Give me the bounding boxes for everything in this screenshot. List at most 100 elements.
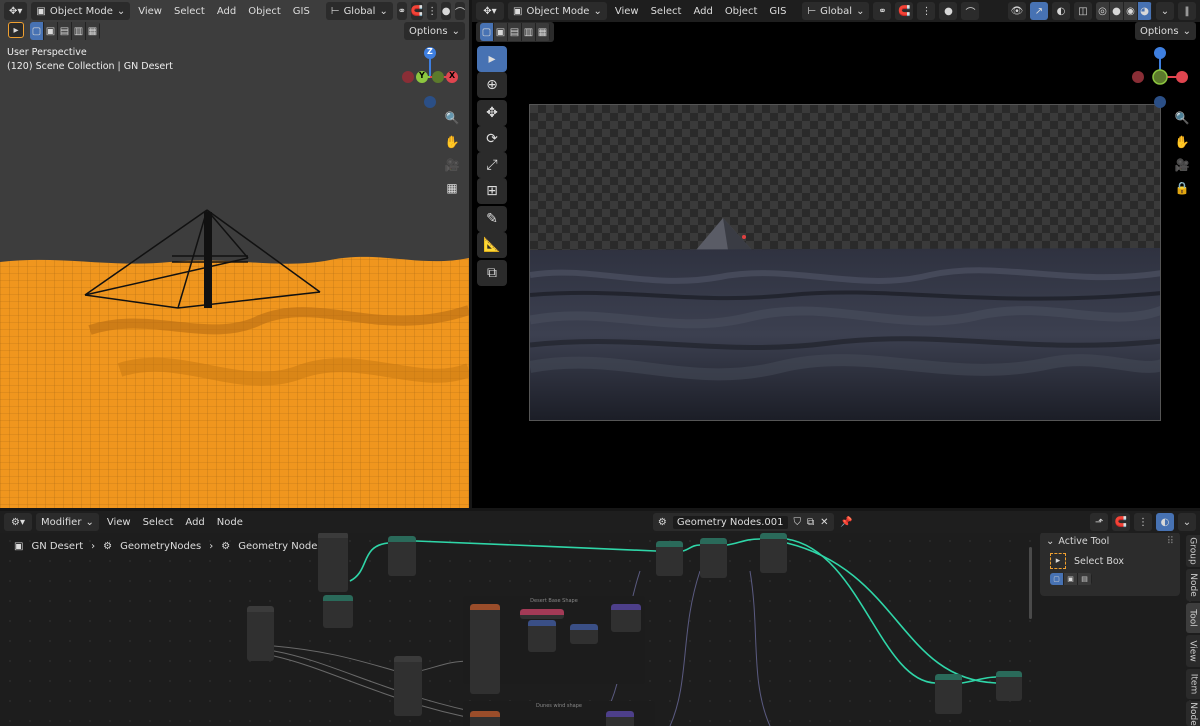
menu-view[interactable]: View <box>103 513 135 531</box>
node-editor-scrollbar[interactable] <box>1029 547 1032 619</box>
pivot-icon[interactable]: ⚭ <box>873 2 892 20</box>
editor-type-dropdown[interactable]: ⚙▾ <box>4 513 32 531</box>
chevron-down-icon[interactable]: ⌄ <box>1046 536 1054 547</box>
set-material-node[interactable] <box>996 671 1022 701</box>
material-shading-icon[interactable]: ◉ <box>1124 2 1138 20</box>
editor-type-dropdown[interactable]: ✥▾ <box>4 2 28 20</box>
menu-view[interactable]: View <box>134 2 166 20</box>
editor-type-dropdown[interactable]: ✥▾ <box>476 2 504 20</box>
snap-icon[interactable]: 🧲 <box>895 2 914 20</box>
node-group-selector[interactable]: ⚙ Geometry Nodes.001 ⛉ ⧉ ✕ <box>652 513 834 531</box>
value-node[interactable] <box>520 609 564 619</box>
visibility-icon[interactable]: 👁 <box>1008 2 1026 20</box>
select-mode-segment[interactable]: ▢ ▣ ▤ ▥ ▦ <box>30 22 100 40</box>
zoom-icon[interactable]: 🔍 <box>1172 108 1192 128</box>
tab-group[interactable]: Group <box>1186 535 1200 567</box>
node-editor[interactable]: ⚙▾ Modifier ⌄ View Select Add Node ⚙ Geom… <box>0 511 1200 726</box>
shading-segment[interactable]: ◎ ● ◉ ◕ <box>1096 2 1152 20</box>
overlay-settings-icon[interactable]: ⌄ <box>1178 513 1196 531</box>
select-extend-icon[interactable]: ▣ <box>1064 573 1078 585</box>
menu-select[interactable]: Select <box>170 2 209 20</box>
fake-user-icon[interactable]: ⛉ <box>794 517 802 528</box>
select-extend-icon[interactable]: ▣ <box>494 23 508 41</box>
menu-object[interactable]: Object <box>244 2 285 20</box>
sidebar-toggle-icon[interactable]: ‖ <box>1178 2 1196 20</box>
menu-gis[interactable]: GIS <box>765 2 790 20</box>
drag-handle-icon[interactable]: ⠿ <box>1167 536 1174 547</box>
snap-icon[interactable]: 🧲 <box>1112 513 1130 531</box>
panel-title[interactable]: Active Tool <box>1058 536 1109 547</box>
menu-select[interactable]: Select <box>139 513 178 531</box>
menu-add[interactable]: Add <box>213 2 240 20</box>
noise-texture-node[interactable] <box>470 711 500 726</box>
duplicate-icon[interactable]: ⧉ <box>807 517 814 528</box>
scale-tool[interactable]: ⤢ <box>477 152 507 178</box>
falloff-icon[interactable]: ⌒ <box>455 2 465 20</box>
overlay-toggle-icon[interactable]: ◐ <box>1052 2 1070 20</box>
tab-view[interactable]: View <box>1186 635 1200 667</box>
left-viewport[interactable]: ✥▾ ▣ Object Mode ⌄ View Select Add Object … <box>0 0 469 508</box>
options-dropdown[interactable]: Options ⌄ <box>404 22 465 40</box>
pivot-icon[interactable]: ⚭ <box>396 2 407 20</box>
proportional-edit-icon[interactable]: ● <box>441 2 451 20</box>
noise-texture-node[interactable] <box>470 604 500 694</box>
zoom-icon[interactable]: 🔍 <box>442 108 462 128</box>
select-invert-icon[interactable]: ▥ <box>72 22 86 40</box>
pin-icon[interactable]: 📌 <box>838 513 856 531</box>
rotate-tool[interactable]: ⟳ <box>477 126 507 152</box>
wireframe-shading-icon[interactable]: ◎ <box>1096 2 1110 20</box>
falloff-icon[interactable]: ⌒ <box>961 2 980 20</box>
select-intersect-icon[interactable]: ▦ <box>536 23 550 41</box>
mode-dropdown[interactable]: ▣ Object Mode ⌄ <box>508 2 607 20</box>
select-new-icon[interactable]: ▢ <box>1050 573 1064 585</box>
menu-gis[interactable]: GIS <box>289 2 314 20</box>
select-box-icon[interactable]: ▸ <box>1050 553 1066 569</box>
right-viewport[interactable]: ✥▾ ▣ Object Mode ⌄ View Select Add Object … <box>472 0 1200 508</box>
tab-node-2[interactable]: Node <box>1186 701 1200 726</box>
snap-icon[interactable]: 🧲 <box>410 2 424 20</box>
select-extend-icon[interactable]: ▣ <box>44 22 58 40</box>
select-new-icon[interactable]: ▢ <box>480 23 494 41</box>
set-position-node[interactable] <box>388 536 416 576</box>
snap-settings-icon[interactable]: ⋮ <box>917 2 936 20</box>
orientation-dropdown[interactable]: ⊢ Global ⌄ <box>325 2 393 20</box>
select-subtract-icon[interactable]: ▤ <box>1078 573 1092 585</box>
camera-icon[interactable]: 🎥 <box>1172 155 1192 175</box>
group-input-node[interactable] <box>394 656 422 716</box>
menu-add[interactable]: Add <box>181 513 208 531</box>
xray-icon[interactable]: ◫ <box>1074 2 1092 20</box>
group-input-node[interactable] <box>318 532 348 592</box>
hand-icon[interactable]: ✋ <box>442 132 462 152</box>
menu-select[interactable]: Select <box>647 2 686 20</box>
select-intersect-icon[interactable]: ▦ <box>86 22 100 40</box>
navigation-gizmo[interactable]: Z Y X <box>398 44 466 110</box>
mode-dropdown[interactable]: ▣ Object Mode ⌄ <box>31 2 131 20</box>
set-position-node[interactable] <box>656 541 683 576</box>
gizmo-toggle-icon[interactable]: ↗ <box>1030 2 1048 20</box>
tab-item[interactable]: Item <box>1186 669 1200 699</box>
active-tool-icon[interactable]: ▸ <box>8 22 24 38</box>
move-tool[interactable]: ✥ <box>477 100 507 126</box>
select-box-tool[interactable]: ▸ <box>477 46 507 72</box>
set-position-node[interactable] <box>700 538 727 578</box>
math-node[interactable] <box>323 595 353 628</box>
cursor-tool[interactable]: ⊕ <box>477 72 507 98</box>
select-new-icon[interactable]: ▢ <box>30 22 44 40</box>
grid-icon[interactable]: ▦ <box>442 178 462 198</box>
tab-node[interactable]: Node <box>1186 569 1200 601</box>
join-geometry-node[interactable] <box>935 674 962 714</box>
menu-object[interactable]: Object <box>721 2 762 20</box>
rendered-shading-icon[interactable]: ◕ <box>1138 2 1152 20</box>
annotate-tool[interactable]: ✎ <box>477 206 507 232</box>
select-subtract-icon[interactable]: ▤ <box>58 22 72 40</box>
math-node[interactable] <box>528 620 556 652</box>
menu-view[interactable]: View <box>611 2 643 20</box>
proportional-edit-icon[interactable]: ● <box>939 2 958 20</box>
group-input-node[interactable] <box>247 606 274 661</box>
transform-tool[interactable]: ⊞ <box>477 178 507 204</box>
close-icon[interactable]: ✕ <box>820 517 828 528</box>
navigation-gizmo[interactable] <box>1128 44 1196 110</box>
select-mode-segment[interactable]: ▢ ▣ ▤ ▥ ▦ <box>480 23 550 41</box>
combine-xyz-node[interactable] <box>570 624 598 644</box>
subdivide-node[interactable] <box>760 533 787 573</box>
